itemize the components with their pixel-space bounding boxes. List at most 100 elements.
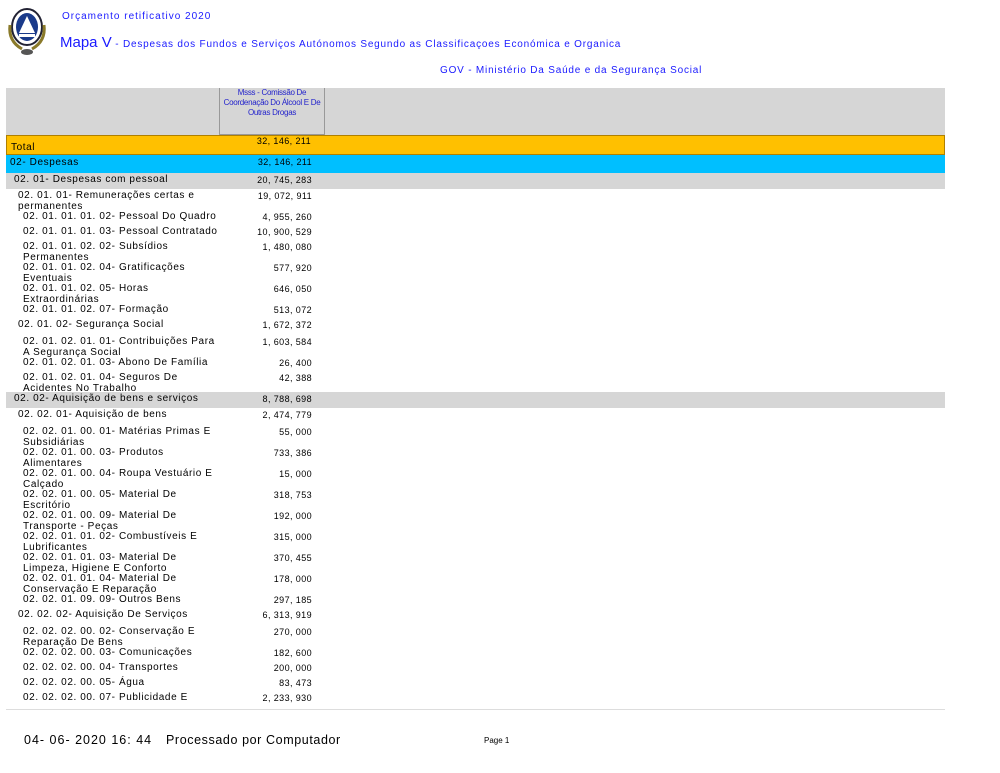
table-row: 02. 02. 01. 00. 01- Matérias Primas E Su… xyxy=(6,425,945,448)
row-value: 19, 072, 911 xyxy=(257,191,312,201)
row-value: 26, 400 xyxy=(279,358,312,368)
row-value: 200, 000 xyxy=(273,663,312,673)
row-label: 02. 02. 01. 00. 09- Material De Transpor… xyxy=(23,510,177,532)
row-label: 02. 02. 01. 00. 05- Material De Escritór… xyxy=(23,489,177,511)
row-label: 02. 02. 01. 01. 04- Material De Conserva… xyxy=(23,573,177,595)
table-row: 02. 02. 02. 00. 05- Água 83, 473 xyxy=(6,676,945,691)
row-label: 02. 02. 01. 01. 03- Material De Limpeza,… xyxy=(23,552,177,574)
table-row: 02. 02. 01. 00. 03- Produtos Alimentares… xyxy=(6,446,945,469)
row-label: 02. 01- Despesas com pessoal xyxy=(14,174,169,185)
row-value: 55, 000 xyxy=(279,427,312,437)
table-row: 02- Despesas 32, 146, 211 xyxy=(6,155,945,173)
row-label: 02. 02. 01. 00. 04- Roupa Vestuário E Ca… xyxy=(23,468,213,490)
row-label: 02. 01. 01. 02. 04- Gratificações Eventu… xyxy=(23,262,186,284)
table-row: 02. 01. 01. 01. 02- Pessoal Do Quadro 4, … xyxy=(6,210,945,225)
row-value: 1, 480, 080 xyxy=(262,242,312,252)
table-row: 02. 02- Aquisição de bens e serviços 8, 7… xyxy=(6,392,945,408)
row-value: 318, 753 xyxy=(273,490,312,500)
row-label: 02. 01. 01- Remunerações certas e perman… xyxy=(18,190,195,212)
row-label: 02. 01. 01. 02. 07- Formação xyxy=(23,304,169,315)
column-header: Msss - Comissão De Coordenação Do Álcool… xyxy=(219,88,325,135)
divider xyxy=(6,709,945,710)
table-row: 02. 01. 01. 02. 07- Formação 513, 072 xyxy=(6,303,945,318)
table-row: 02. 01. 01. 02. 05- Horas Extraordinária… xyxy=(6,282,945,305)
row-value: 32, 146, 211 xyxy=(256,136,311,146)
row-value: 646, 050 xyxy=(273,284,312,294)
row-value: 2, 474, 779 xyxy=(262,410,312,420)
row-value: 4, 955, 260 xyxy=(262,212,312,222)
table-row: 02. 02. 02. 00. 03- Comunicações 182, 600 xyxy=(6,646,945,661)
row-value: 182, 600 xyxy=(273,648,312,658)
table-row: 02. 01- Despesas com pessoal 20, 745, 283 xyxy=(6,173,945,189)
row-label: 02. 01. 02- Segurança Social xyxy=(18,319,164,330)
table-row: 02. 01. 01. 01. 03- Pessoal Contratado 10… xyxy=(6,225,945,240)
footer-datetime: 04- 06- 2020 16: 44 xyxy=(24,733,153,747)
table-row: 02. 02. 01. 00. 05- Material De Escritór… xyxy=(6,488,945,511)
row-value: 297, 185 xyxy=(273,595,312,605)
row-label: 02. 01. 01. 02. 02- Subsídios Permanente… xyxy=(23,241,169,263)
row-value: 1, 672, 372 xyxy=(262,320,312,330)
row-value: 32, 146, 211 xyxy=(257,157,312,167)
table-row: 02. 02. 01- Aquisição de bens 2, 474, 779 xyxy=(6,408,945,425)
row-value: 42, 388 xyxy=(279,373,312,383)
row-label: 02- Despesas xyxy=(10,157,79,168)
table-row: 02. 02. 02. 00. 04- Transportes 200, 000 xyxy=(6,661,945,676)
table-row: 02. 01. 02. 01. 04- Seguros De Acidentes… xyxy=(6,371,945,394)
row-value: 577, 920 xyxy=(273,263,312,273)
page-number: Page 1 xyxy=(484,736,510,745)
row-value: 513, 072 xyxy=(273,305,312,315)
row-label: 02. 02. 02. 00. 07- Publicidade E xyxy=(23,692,188,703)
row-label: 02. 02. 01. 00. 03- Produtos Alimentares xyxy=(23,447,164,469)
row-label: 02. 02- Aquisição de bens e serviços xyxy=(14,393,199,404)
row-label: 02. 02. 02. 00. 04- Transportes xyxy=(23,662,179,673)
table-row: 02. 02. 01. 01. 02- Combustíveis E Lubri… xyxy=(6,530,945,553)
table-row: 02. 02. 01. 09. 09- Outros Bens 297, 185 xyxy=(6,593,945,608)
table-row: 02. 01. 01. 02. 04- Gratificações Eventu… xyxy=(6,261,945,284)
table-header-band xyxy=(6,88,945,135)
table-row: 02. 02. 01. 00. 09- Material De Transpor… xyxy=(6,509,945,532)
table-row: 02. 01. 01. 02. 02- Subsídios Permanente… xyxy=(6,240,945,263)
footer-processed: Processado por Computador xyxy=(166,733,341,747)
row-value: 20, 745, 283 xyxy=(257,175,312,185)
table-row: Total 32, 146, 211 xyxy=(6,135,945,155)
row-label: 02. 02. 02. 00. 05- Água xyxy=(23,677,145,688)
report-title: Mapa V - Despesas dos Fundos e Serviços … xyxy=(60,34,621,51)
row-label: 02. 01. 02. 01. 04- Seguros De Acidentes… xyxy=(23,372,178,394)
row-value: 10, 900, 529 xyxy=(257,227,312,237)
row-label: 02. 02. 01- Aquisição de bens xyxy=(18,409,168,420)
row-value: 192, 000 xyxy=(273,511,312,521)
row-value: 315, 000 xyxy=(273,532,312,542)
budget-table: Total 32, 146, 211 02- Despesas 32, 146, 21… xyxy=(6,135,945,706)
row-label: 02. 02. 01. 09. 09- Outros Bens xyxy=(23,594,182,605)
row-label: 02. 01. 01. 01. 02- Pessoal Do Quadro xyxy=(23,211,217,222)
map-label: Mapa V xyxy=(60,34,112,51)
organization-label: GOV - Ministério Da Saúde e da Segurança… xyxy=(440,65,703,76)
report-subtitle: Orçamento retificativo 2020 xyxy=(62,11,212,22)
coat-of-arms-logo xyxy=(8,8,46,55)
row-label: 02. 02. 02- Aquisição De Serviços xyxy=(18,609,188,620)
row-value: 178, 000 xyxy=(273,574,312,584)
table-row: 02. 02. 02. 00. 02- Conservação E Repara… xyxy=(6,625,945,648)
row-value: 270, 000 xyxy=(273,627,312,637)
row-label: 02. 02. 02. 00. 03- Comunicações xyxy=(23,647,193,658)
row-value: 6, 313, 919 xyxy=(262,610,312,620)
table-row: 02. 02. 02. 00. 07- Publicidade E 2, 233,… xyxy=(6,691,945,706)
title-description: - Despesas dos Fundos e Serviços Autónom… xyxy=(111,39,622,50)
table-row: 02. 02. 01. 00. 04- Roupa Vestuário E Ca… xyxy=(6,467,945,490)
row-label: 02. 01. 01. 01. 03- Pessoal Contratado xyxy=(23,226,218,237)
row-value: 15, 000 xyxy=(279,469,312,479)
table-row: 02. 02. 02- Aquisição De Serviços 6, 313,… xyxy=(6,608,945,625)
row-label: Total xyxy=(11,142,36,153)
row-label: 02. 02. 01. 01. 02- Combustíveis E Lubri… xyxy=(23,531,198,553)
table-row: 02. 01. 01- Remunerações certas e perman… xyxy=(6,189,945,212)
table-row: 02. 01. 02. 01. 03- Abono De Família 26, … xyxy=(6,356,945,371)
row-label: 02. 02. 02. 00. 02- Conservação E Repara… xyxy=(23,626,196,648)
row-label: 02. 02. 01. 00. 01- Matérias Primas E Su… xyxy=(23,426,211,448)
row-label: 02. 01. 02. 01. 03- Abono De Família xyxy=(23,357,209,368)
row-value: 733, 386 xyxy=(273,448,312,458)
row-value: 83, 473 xyxy=(279,678,312,688)
row-label: 02. 01. 01. 02. 05- Horas Extraordinária… xyxy=(23,283,149,305)
table-row: 02. 02. 01. 01. 04- Material De Conserva… xyxy=(6,572,945,595)
row-value: 2, 233, 930 xyxy=(262,693,312,703)
table-row: 02. 02. 01. 01. 03- Material De Limpeza,… xyxy=(6,551,945,574)
